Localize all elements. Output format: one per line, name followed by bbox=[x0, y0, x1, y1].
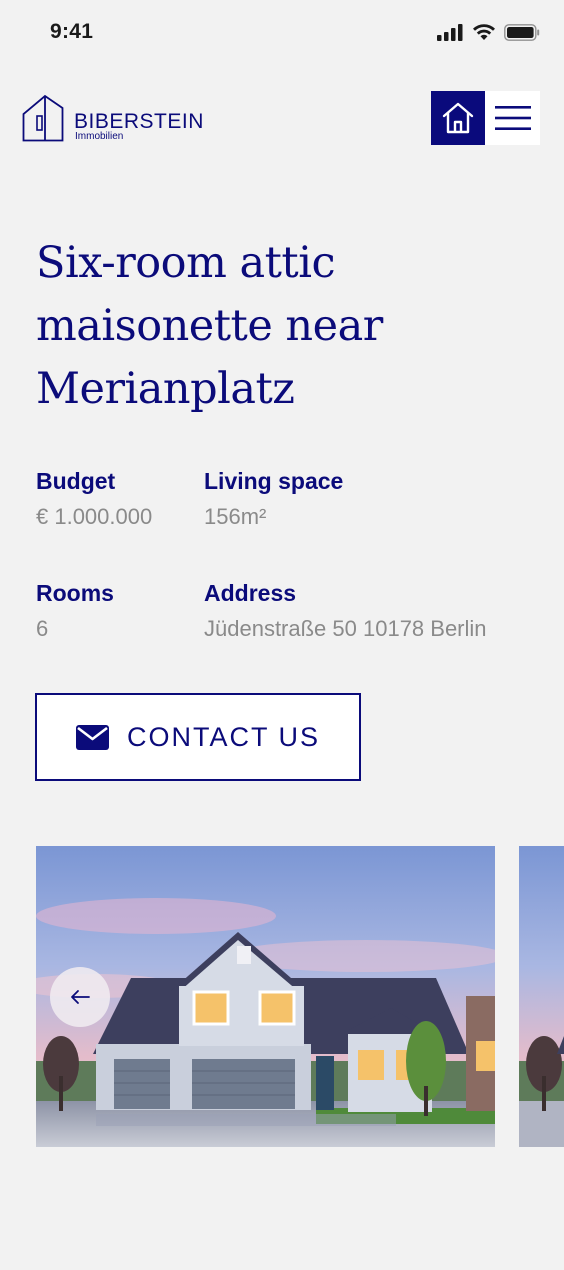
wifi-icon bbox=[473, 24, 495, 40]
contact-us-label: CONTACT US bbox=[126, 721, 320, 752]
living-space-value: 156m² bbox=[204, 504, 267, 529]
house-photo-next bbox=[519, 846, 564, 1147]
detail-rooms: Rooms 6 bbox=[36, 578, 114, 644]
listing-title: Six-room attic maisonette near Merianpla… bbox=[36, 238, 383, 414]
logo-name: BIBERSTEIN bbox=[74, 110, 204, 133]
logo-text: BIBERSTEIN Immobilien bbox=[74, 110, 204, 142]
detail-budget: Budget € 1.000.000 bbox=[36, 466, 152, 532]
hamburger-menu-icon bbox=[494, 106, 531, 130]
logo-subtitle: Immobilien bbox=[75, 131, 124, 142]
detail-address: Address Jüdenstraße 50 10178 Berlin bbox=[204, 578, 487, 644]
brand-logo[interactable]: BIBERSTEIN Immobilien bbox=[22, 94, 204, 142]
envelope-icon bbox=[75, 724, 109, 750]
gallery-prev-button[interactable] bbox=[50, 967, 110, 1027]
battery-icon bbox=[504, 24, 540, 41]
arrow-left-icon bbox=[71, 990, 90, 1004]
detail-living-space: Living space 156m² bbox=[204, 466, 343, 532]
rooms-value: 6 bbox=[36, 616, 49, 641]
contact-us-button[interactable]: CONTACT US bbox=[35, 693, 361, 781]
home-button[interactable] bbox=[431, 91, 485, 145]
status-time: 9:41 bbox=[50, 20, 94, 43]
address-value: Jüdenstraße 50 10178 Berlin bbox=[204, 616, 487, 641]
rooms-label: Rooms bbox=[36, 580, 114, 606]
signal-icon bbox=[437, 24, 463, 41]
gallery-image-next[interactable] bbox=[519, 846, 564, 1147]
status-bar: 9:41 bbox=[0, 0, 564, 66]
menu-button[interactable] bbox=[485, 91, 540, 145]
budget-value: € 1.000.000 bbox=[36, 504, 153, 529]
status-icons bbox=[437, 24, 540, 41]
budget-label: Budget bbox=[36, 468, 116, 494]
house-logo-icon bbox=[22, 94, 64, 142]
home-icon bbox=[442, 102, 474, 134]
living-space-label: Living space bbox=[204, 468, 344, 494]
listing-page: 9:41 BIBERSTEIN Immobilien Six-room atti… bbox=[0, 0, 564, 1270]
address-label: Address bbox=[204, 580, 297, 606]
